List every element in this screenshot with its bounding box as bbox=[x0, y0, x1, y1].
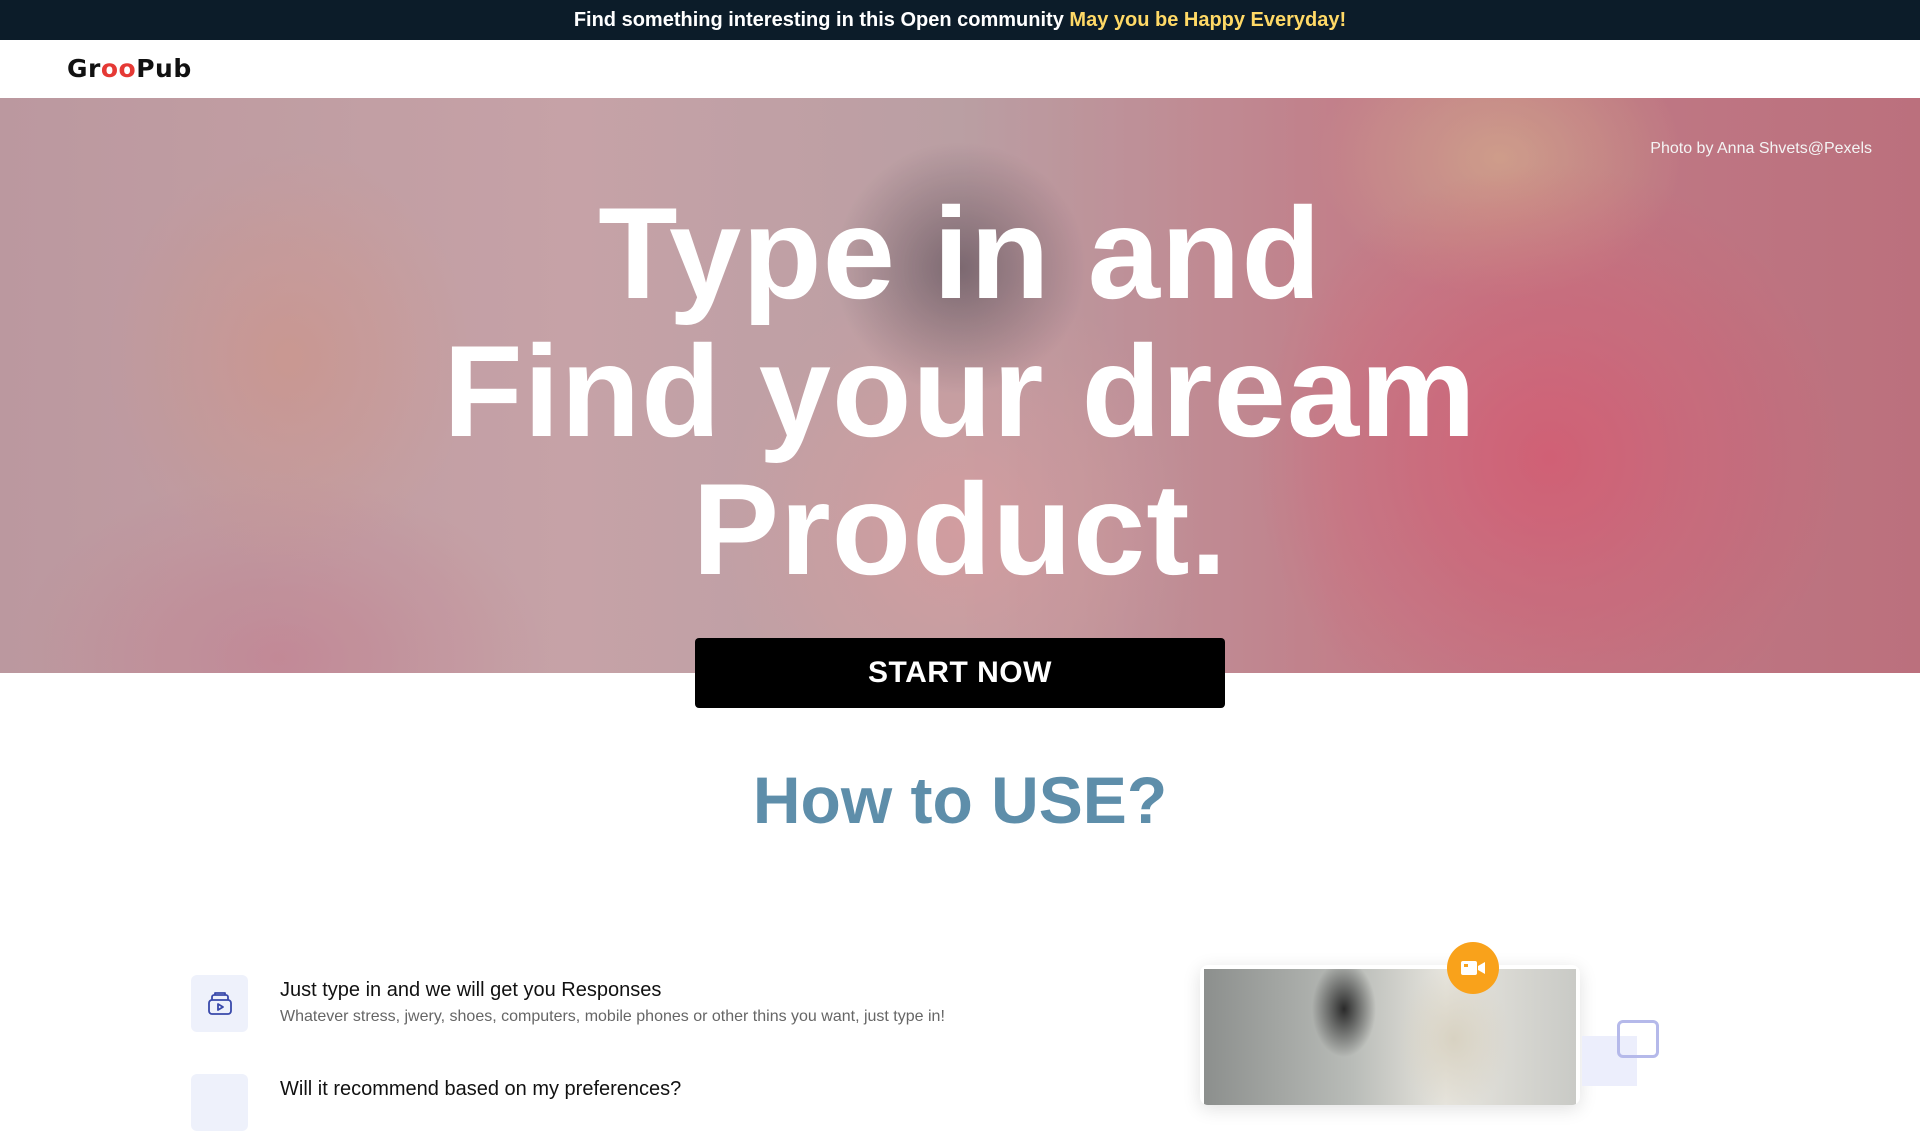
hero-headline: Type in and Find your dream Product. bbox=[0, 184, 1920, 598]
navbar: GrooPub bbox=[0, 40, 1920, 98]
feature-title: Will it recommend based on my preference… bbox=[280, 1078, 682, 1100]
product-preview-card bbox=[1200, 965, 1580, 1105]
announcement-text: Find something interesting in this Open … bbox=[573, 9, 1064, 31]
start-now-button[interactable]: START NOW bbox=[695, 638, 1225, 708]
feature-title: Just type in and we will get you Respons… bbox=[280, 979, 662, 1001]
photo-credit: Photo by Anna Shvets@Pexels bbox=[1650, 140, 1872, 157]
headline-line-3: Product. bbox=[692, 456, 1228, 602]
decorative-square bbox=[1617, 1020, 1659, 1058]
announcement-bar: Find something interesting in this Open … bbox=[0, 0, 1920, 40]
video-camera-icon[interactable] bbox=[1447, 942, 1499, 994]
announcement-highlight: May you be Happy Everyday! bbox=[1069, 9, 1347, 31]
feature-description: Whatever stress, jwery, shoes, computers… bbox=[280, 1008, 945, 1025]
feature-icon bbox=[191, 1074, 248, 1131]
feature-item: Just type in and we will get you Respons… bbox=[191, 975, 991, 1035]
logo-part-1: Gr bbox=[67, 54, 101, 83]
headline-line-2: Find your dream bbox=[443, 318, 1477, 464]
logo[interactable]: GrooPub bbox=[67, 54, 192, 83]
logo-part-3: Pub bbox=[136, 54, 192, 83]
hero-section: Photo by Anna Shvets@Pexels Type in and … bbox=[0, 98, 1920, 673]
feature-item: Will it recommend based on my preference… bbox=[191, 1074, 991, 1134]
headline-line-1: Type in and bbox=[598, 180, 1322, 326]
how-to-title: How to USE? bbox=[752, 763, 1168, 837]
video-folder-icon bbox=[191, 975, 248, 1032]
product-preview-image bbox=[1204, 969, 1576, 1105]
logo-part-2: oo bbox=[100, 54, 137, 83]
